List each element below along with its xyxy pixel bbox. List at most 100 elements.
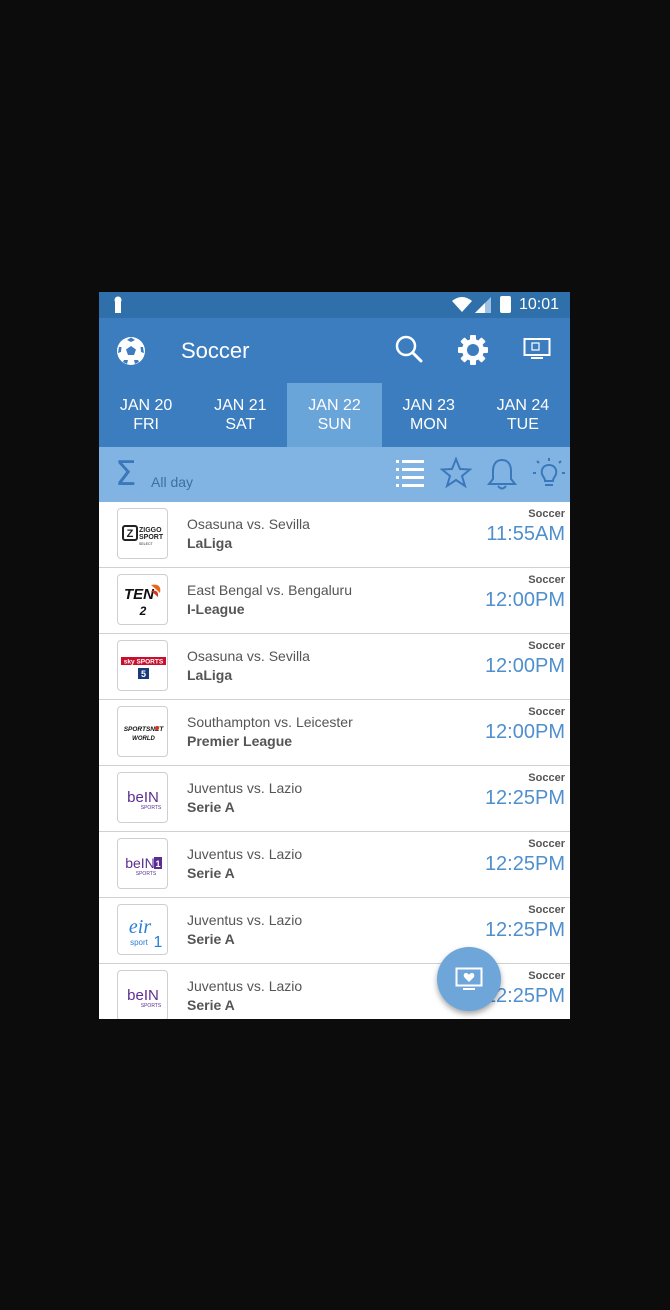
svg-text:sky SPORTS: sky SPORTS — [124, 659, 164, 666]
sigma-icon[interactable]: Σ — [115, 454, 136, 494]
wifi-icon — [452, 297, 472, 312]
tab-day: SAT — [225, 416, 256, 433]
tab-day: MON — [410, 416, 448, 433]
sport-label: Soccer — [528, 574, 565, 586]
sport-label: Soccer — [528, 706, 565, 718]
soccer-ball-icon[interactable] — [115, 335, 147, 367]
league-name: Serie A — [187, 865, 235, 881]
svg-text:sport: sport — [130, 938, 149, 947]
date-tab-jan-21[interactable]: JAN 21 SAT — [193, 383, 287, 447]
match-title: Juventus vs. Lazio — [187, 846, 303, 862]
tab-day: FRI — [133, 416, 159, 433]
tab-day: TUE — [506, 416, 539, 433]
svg-text:SPORT: SPORT — [139, 534, 164, 541]
match-title: Southampton vs. Leicester — [187, 714, 353, 730]
event-row[interactable]: SPORTSNET WORLD Southampton vs. Leiceste… — [99, 700, 570, 766]
tab-date: JAN 23 — [402, 397, 455, 414]
svg-text:beIN: beIN — [127, 789, 159, 806]
svg-text:Z: Z — [127, 528, 134, 540]
league-name: LaLiga — [187, 667, 233, 683]
sport-label: Soccer — [528, 838, 565, 850]
bell-icon[interactable] — [487, 457, 517, 491]
event-row[interactable]: beIN 1 SPORTS Juventus vs. Lazio Serie A… — [99, 832, 570, 898]
event-row[interactable]: beIN SPORTS Juventus vs. Lazio Serie A S… — [99, 766, 570, 832]
tab-date: JAN 24 — [496, 397, 550, 414]
svg-text:beIN: beIN — [125, 855, 155, 871]
event-row[interactable]: Z ZIGGO SPORT SELECT Osasuna vs. Sevilla… — [99, 502, 570, 568]
svg-text:beIN: beIN — [127, 987, 159, 1004]
signal-icon — [475, 297, 491, 313]
app-bar: Soccer — [99, 318, 570, 383]
league-name: Serie A — [187, 931, 235, 947]
sport-label: Soccer — [528, 772, 565, 784]
ten-2-logo: TEN 2 — [117, 574, 168, 625]
filter-bar: Σ All day — [99, 447, 570, 502]
page-title: Soccer — [181, 338, 250, 363]
event-time: 12:00PM — [484, 655, 565, 677]
svg-text:SELECT: SELECT — [139, 542, 153, 546]
sport-label: Soccer — [528, 640, 565, 652]
sport-label: Soccer — [528, 970, 565, 982]
tv-icon[interactable] — [523, 337, 551, 361]
event-time: 11:55AM — [486, 523, 565, 545]
event-time: 12:25PM — [484, 787, 565, 809]
lightbulb-icon[interactable] — [532, 457, 566, 491]
event-row[interactable]: sky SPORTS 5 Osasuna vs. Sevilla LaLiga … — [99, 634, 570, 700]
bein-sports-logo: beIN SPORTS — [117, 772, 168, 823]
date-tab-jan-23[interactable]: JAN 23 MON — [382, 383, 476, 447]
tv-favorites-fab[interactable] — [437, 947, 501, 1011]
svg-text:1: 1 — [155, 859, 160, 869]
svg-text:2: 2 — [139, 604, 147, 618]
search-icon[interactable] — [394, 334, 424, 364]
tab-day: SUN — [317, 416, 352, 433]
event-time: 12:25PM — [484, 853, 565, 875]
match-title: Juventus vs. Lazio — [187, 978, 303, 994]
svg-text:eir: eir — [129, 916, 151, 938]
match-title: East Bengal vs. Bengaluru — [187, 582, 352, 598]
event-list: Z ZIGGO SPORT SELECT Osasuna vs. Sevilla… — [99, 502, 570, 1019]
sportsnet-world-logo: SPORTSNET WORLD — [117, 706, 168, 757]
tv-heart-icon — [455, 967, 483, 990]
svg-text:1: 1 — [154, 934, 163, 951]
svg-text:5: 5 — [141, 669, 146, 679]
svg-text:TEN: TEN — [124, 586, 155, 603]
league-name: Serie A — [187, 799, 235, 815]
league-name: LaLiga — [187, 535, 233, 551]
ziggo-sport-select-logo: Z ZIGGO SPORT SELECT — [117, 508, 168, 559]
sport-label: Soccer — [528, 508, 565, 520]
svg-text:SPORTS: SPORTS — [141, 805, 162, 811]
status-bar: 10:01 — [99, 292, 570, 318]
league-name: I-League — [187, 601, 245, 617]
event-row[interactable]: eir sport 1 Juventus vs. Lazio Serie A S… — [99, 898, 570, 964]
date-tab-jan-22[interactable]: JAN 22 SUN — [287, 383, 382, 447]
bein-sports-1-logo: beIN 1 SPORTS — [117, 838, 168, 889]
match-title: Osasuna vs. Sevilla — [187, 516, 310, 532]
date-tab-jan-20[interactable]: JAN 20 FRI — [99, 383, 193, 447]
match-title: Juventus vs. Lazio — [187, 912, 303, 928]
time-filter-label[interactable]: All day — [151, 474, 193, 490]
gear-icon[interactable] — [457, 334, 489, 366]
league-name: Premier League — [187, 733, 293, 749]
svg-text:SPORTS: SPORTS — [141, 1003, 162, 1009]
tab-date: JAN 21 — [214, 397, 267, 414]
eir-sport-1-logo: eir sport 1 — [117, 904, 168, 955]
sport-label: Soccer — [528, 904, 565, 916]
svg-text:SPORTS: SPORTS — [136, 871, 157, 877]
clock: 10:01 — [519, 296, 560, 313]
app-screen: 10:01 Soccer JAN 20 FRI JAN 21 SAT JAN 2… — [99, 292, 570, 1019]
event-row[interactable]: TEN 2 East Bengal vs. Bengaluru I-League… — [99, 568, 570, 634]
keyhole-icon — [114, 296, 122, 313]
match-title: Osasuna vs. Sevilla — [187, 648, 310, 664]
star-icon[interactable] — [440, 457, 472, 489]
league-name: Serie A — [187, 997, 235, 1013]
sky-sports-5-logo: sky SPORTS 5 — [117, 640, 168, 691]
list-icon[interactable] — [395, 457, 425, 489]
date-tabs: JAN 20 FRI JAN 21 SAT JAN 22 SUN JAN 23 … — [99, 383, 570, 447]
date-tab-jan-24[interactable]: JAN 24 TUE — [476, 383, 570, 447]
battery-icon — [500, 296, 511, 313]
event-time: 12:00PM — [484, 721, 565, 743]
event-time: 12:00PM — [484, 589, 565, 611]
bein-sports-logo: beIN SPORTS — [117, 970, 168, 1019]
svg-text:WORLD: WORLD — [132, 736, 155, 742]
svg-text:ZIGGO: ZIGGO — [139, 527, 162, 534]
